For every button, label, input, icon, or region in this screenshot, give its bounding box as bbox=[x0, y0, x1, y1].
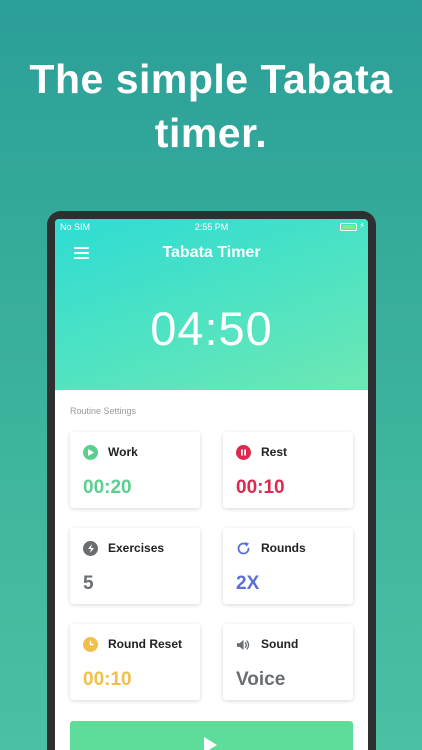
exercises-card[interactable]: Exercises 5 bbox=[70, 528, 200, 604]
sound-value: Voice bbox=[236, 669, 286, 690]
round-reset-card[interactable]: Round Reset 00:10 bbox=[70, 624, 200, 700]
timer-header: No SIM 2:55 PM ⚡ Tabata Timer 04:50 bbox=[55, 219, 368, 390]
rounds-card[interactable]: Rounds 2X bbox=[223, 528, 353, 604]
charging-icon: ⚡ bbox=[359, 221, 365, 230]
rounds-label: Rounds bbox=[261, 541, 306, 555]
rounds-value: 2X bbox=[236, 573, 260, 594]
countdown-display: 04:50 bbox=[150, 302, 273, 355]
work-card[interactable]: Work 00:20 bbox=[70, 432, 200, 508]
start-button[interactable] bbox=[70, 721, 353, 750]
exercises-value: 5 bbox=[83, 573, 94, 594]
round-reset-value: 00:10 bbox=[83, 669, 132, 690]
refresh-icon bbox=[236, 541, 251, 556]
work-value: 00:20 bbox=[83, 477, 132, 498]
bolt-icon bbox=[83, 541, 98, 556]
sound-card[interactable]: Sound Voice bbox=[223, 624, 353, 700]
rest-label: Rest bbox=[261, 445, 288, 459]
status-time: 2:55 PM bbox=[194, 222, 229, 232]
play-circle-icon bbox=[83, 445, 98, 460]
work-label: Work bbox=[108, 445, 138, 459]
rest-value: 00:10 bbox=[236, 477, 285, 498]
status-bar: No SIM 2:55 PM ⚡ bbox=[55, 219, 368, 236]
exercises-label: Exercises bbox=[108, 541, 165, 555]
section-label: Routine Settings bbox=[70, 406, 137, 416]
promo-headline: The simple Tabata timer. bbox=[29, 56, 393, 156]
clock-icon bbox=[83, 637, 98, 652]
play-icon bbox=[204, 737, 217, 750]
battery-icon bbox=[340, 223, 357, 231]
pause-circle-icon bbox=[236, 445, 251, 460]
app-screen: No SIM 2:55 PM ⚡ Tabata Timer 04:50 Rout… bbox=[55, 219, 368, 750]
round-reset-label: Round Reset bbox=[108, 637, 183, 651]
speaker-icon bbox=[236, 637, 251, 652]
sound-label: Sound bbox=[261, 637, 299, 651]
app-title: Tabata Timer bbox=[162, 244, 261, 261]
rest-card[interactable]: Rest 00:10 bbox=[223, 432, 353, 508]
